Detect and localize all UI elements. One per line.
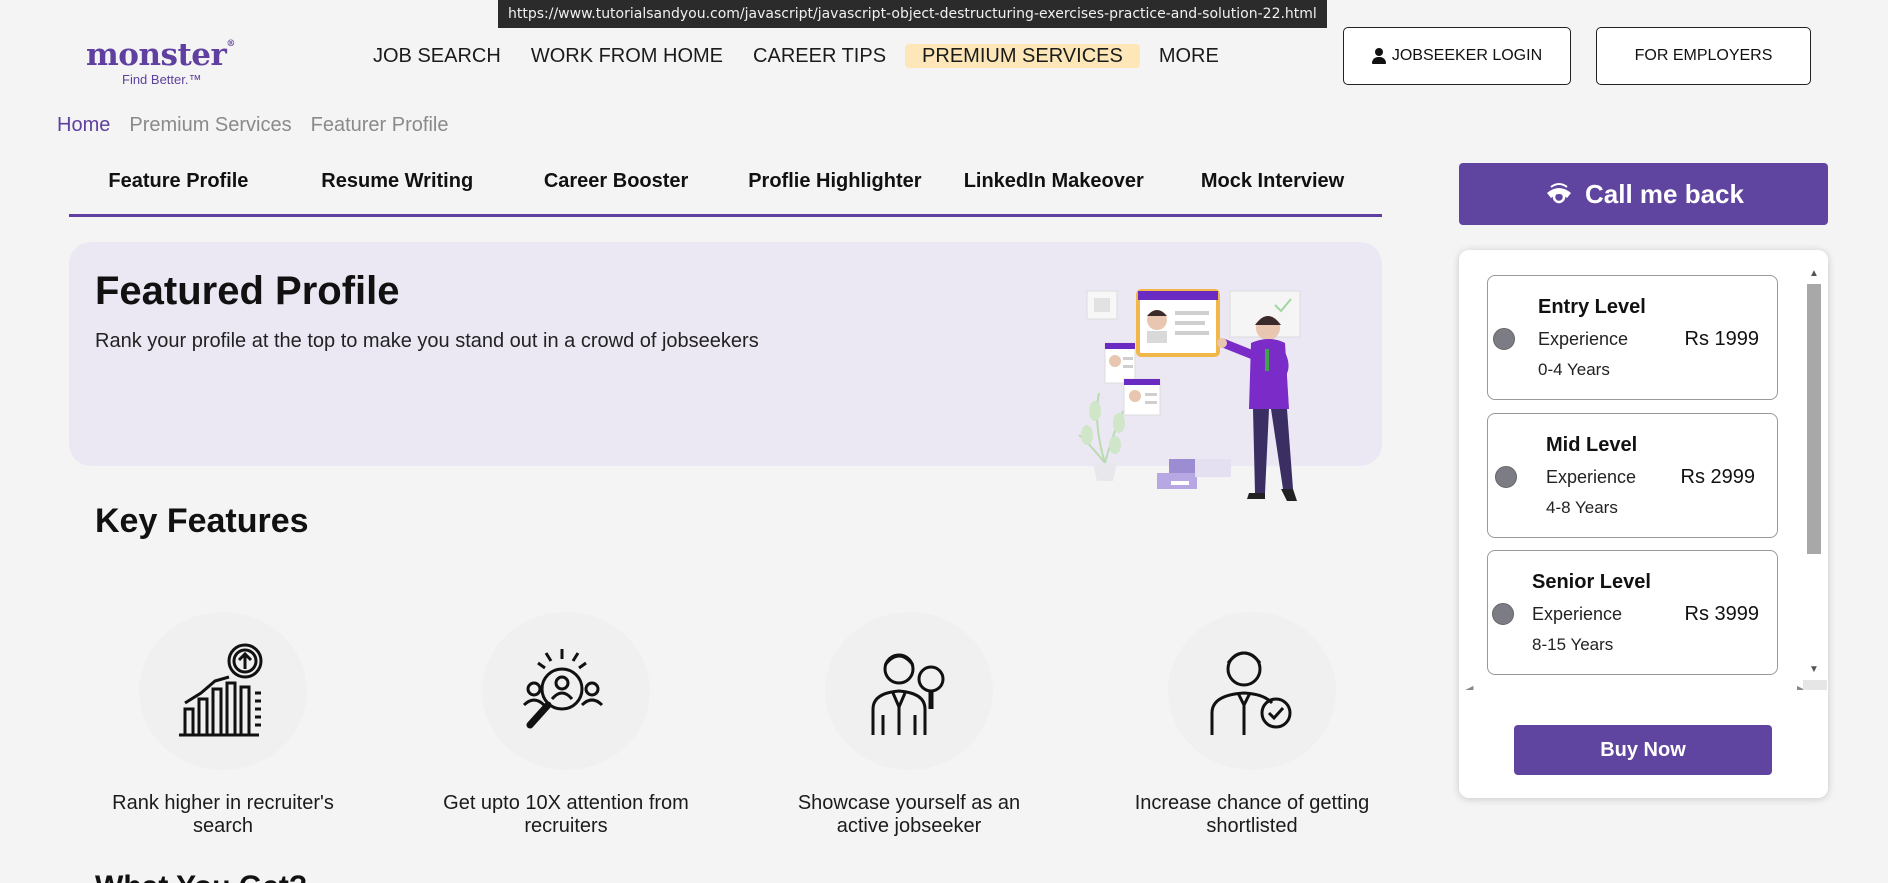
call-me-back-button[interactable]: Call me back xyxy=(1459,163,1828,225)
feature-text-line1: Increase chance of getting xyxy=(1134,792,1370,814)
plan-years: 8-15 Years xyxy=(1532,635,1614,654)
plan-option-senior-level[interactable]: Senior Level Experience 8-15 Years Rs 39… xyxy=(1487,550,1778,675)
feature-card: Rank higher in recruiter's search xyxy=(93,612,353,838)
scroll-up-arrow-icon[interactable]: ▲ xyxy=(1809,268,1819,279)
feature-text-line2: active jobseeker xyxy=(836,815,982,837)
service-tabs: Feature Profile Resume Writing Career Bo… xyxy=(69,166,1382,217)
showcase-person-icon xyxy=(871,653,945,735)
what-you-get-heading: What You Get? xyxy=(95,870,307,883)
user-icon xyxy=(1371,48,1386,64)
nav-work-from-home[interactable]: WORK FROM HOME xyxy=(516,44,738,68)
scrollbar-thumb[interactable] xyxy=(1807,284,1821,554)
plan-radio[interactable] xyxy=(1492,603,1514,625)
plan-years: 0-4 Years xyxy=(1538,360,1610,379)
scroll-left-arrow-icon[interactable]: ◀ xyxy=(1465,683,1473,690)
rank-chart-icon xyxy=(179,643,263,737)
feature-text-line2: shortlisted xyxy=(1206,815,1298,837)
plan-list-horizontal-scrollbar[interactable]: ◀ ▶ xyxy=(1465,680,1827,690)
page: https://www.tutorialsandyou.com/javascri… xyxy=(0,0,1888,883)
plan-price: Rs 1999 xyxy=(1684,328,1760,350)
plan-name: Entry Level xyxy=(1538,296,1646,318)
page-title: Featured Profile xyxy=(95,269,400,313)
plan-price: Rs 2999 xyxy=(1680,466,1756,488)
for-employers-button[interactable]: FOR EMPLOYERS xyxy=(1596,27,1811,85)
feature-card: Showcase yourself as an active jobseeker xyxy=(779,612,1039,838)
call-me-back-label: Call me back xyxy=(1585,178,1744,209)
tab-linkedin-makeover[interactable]: LinkedIn Makeover xyxy=(944,166,1163,214)
logo-registered-mark: ® xyxy=(226,39,235,49)
plan-option-entry-level[interactable]: Entry Level Experience 0-4 Years Rs 1999 xyxy=(1487,275,1778,400)
tab-profile-highlighter[interactable]: Proflie Highlighter xyxy=(725,166,944,214)
plan-list[interactable]: Entry Level Experience 0-4 Years Rs 1999… xyxy=(1459,250,1828,690)
status-url-tooltip: https://www.tutorialsandyou.com/javascri… xyxy=(498,0,1327,28)
nav-job-search[interactable]: JOB SEARCH xyxy=(358,44,516,68)
main-nav: JOB SEARCH WORK FROM HOME CAREER TIPS PR… xyxy=(358,44,1234,68)
featured-profile-illustration xyxy=(1078,289,1301,501)
attention-search-icon xyxy=(522,649,604,729)
key-features-heading: Key Features xyxy=(95,502,309,540)
plan-experience-label: Experience xyxy=(1538,329,1629,349)
plan-name: Senior Level xyxy=(1532,571,1651,593)
plan-experience-label: Experience xyxy=(1546,467,1637,487)
phone-icon xyxy=(1547,183,1571,204)
buy-now-button[interactable]: Buy Now xyxy=(1514,725,1772,775)
breadcrumb-home[interactable]: Home xyxy=(57,114,110,137)
plan-name: Mid Level xyxy=(1546,434,1638,456)
scrollbar-corner xyxy=(1803,680,1827,690)
plan-option-mid-level[interactable]: Mid Level Experience 4-8 Years Rs 2999 xyxy=(1487,413,1778,538)
jobseeker-login-button[interactable]: JOBSEEKER LOGIN xyxy=(1343,27,1571,85)
tab-feature-profile[interactable]: Feature Profile xyxy=(69,166,288,214)
plan-price: Rs 3999 xyxy=(1684,603,1760,625)
feature-card: Get upto 10X attention from recruiters xyxy=(436,612,696,838)
logo-tagline: Find Better.™ xyxy=(122,72,202,87)
feature-text-line1: Get upto 10X attention from xyxy=(443,792,689,814)
breadcrumb: Home Premium Services Featurer Profile xyxy=(57,114,448,137)
plan-years: 4-8 Years xyxy=(1546,498,1618,517)
feature-text-line2: recruiters xyxy=(524,815,608,837)
hero-subtitle: Rank your profile at the top to make you… xyxy=(95,330,759,352)
nav-more[interactable]: MORE xyxy=(1144,44,1234,68)
plan-radio[interactable] xyxy=(1493,328,1515,350)
for-employers-label: FOR EMPLOYERS xyxy=(1634,47,1773,64)
jobseeker-login-label: JOBSEEKER LOGIN xyxy=(1391,47,1543,64)
plan-selector-panel: Entry Level Experience 0-4 Years Rs 1999… xyxy=(1459,250,1828,798)
nav-career-tips[interactable]: CAREER TIPS xyxy=(738,44,901,68)
breadcrumb-featurer-profile[interactable]: Featurer Profile xyxy=(311,114,449,137)
tab-resume-writing[interactable]: Resume Writing xyxy=(288,166,507,214)
feature-text-line1: Showcase yourself as an xyxy=(797,792,1021,814)
monster-logo[interactable]: monster® Find Better.™ xyxy=(86,37,256,88)
feature-card: Increase chance of getting shortlisted xyxy=(1122,612,1382,838)
shortlisted-person-icon xyxy=(1210,651,1292,735)
logo-wordmark: monster xyxy=(86,37,227,73)
scroll-down-arrow-icon[interactable]: ▼ xyxy=(1809,664,1819,675)
plan-experience-label: Experience xyxy=(1532,604,1623,624)
feature-text-line1: Rank higher in recruiter's xyxy=(112,792,334,814)
breadcrumb-premium-services[interactable]: Premium Services xyxy=(129,114,291,137)
buy-now-label: Buy Now xyxy=(1600,738,1686,761)
tab-mock-interview[interactable]: Mock Interview xyxy=(1163,166,1382,214)
tab-career-booster[interactable]: Career Booster xyxy=(507,166,726,214)
nav-premium-services[interactable]: PREMIUM SERVICES xyxy=(905,44,1140,68)
feature-text-line2: search xyxy=(192,815,254,837)
plan-list-vertical-scrollbar[interactable]: ▲ ▼ xyxy=(1807,268,1821,676)
plan-radio[interactable] xyxy=(1495,466,1517,488)
